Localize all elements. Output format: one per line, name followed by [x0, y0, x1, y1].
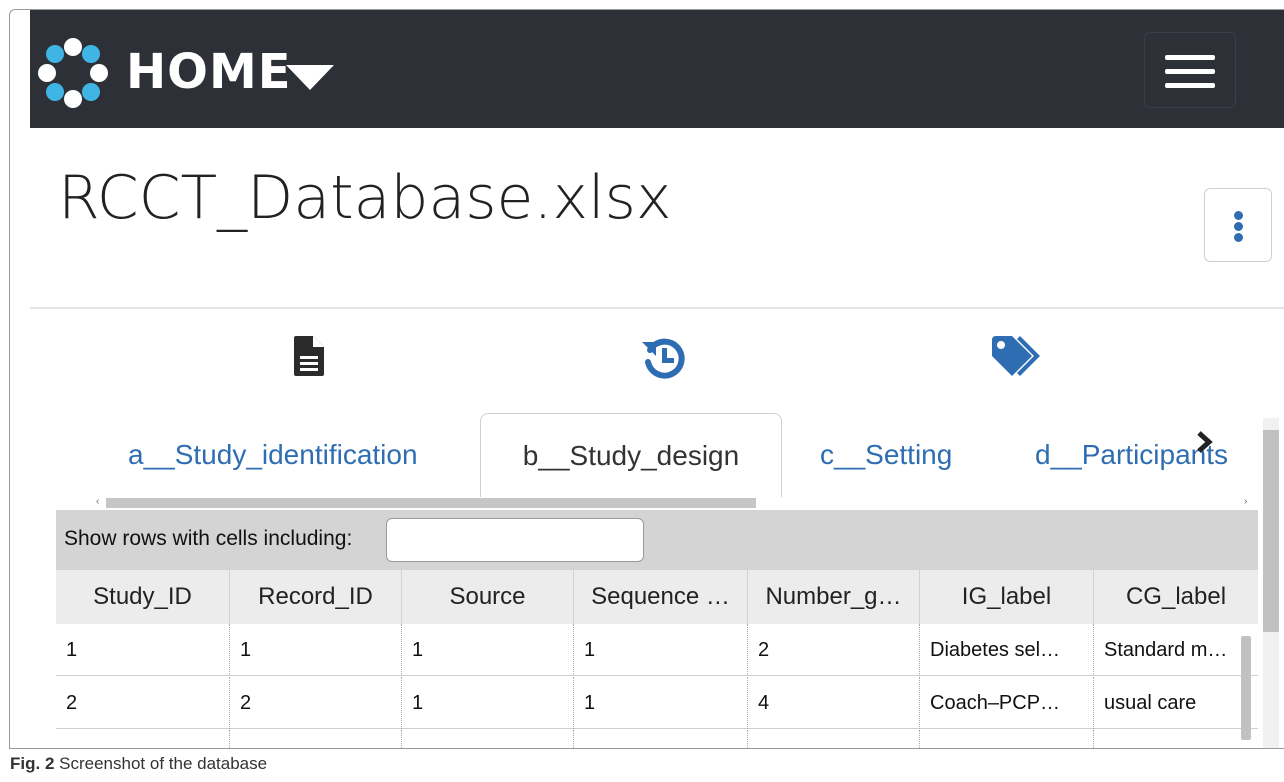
kebab-icon [1234, 222, 1243, 231]
table-row[interactable]: 2 2 1 1 4 Coach–PCP… usual care [56, 677, 1258, 729]
page-title: RCCT_Database.xlsx [58, 163, 672, 233]
bubble-ring-logo[interactable] [36, 36, 110, 110]
home-menu[interactable]: HOME [126, 42, 292, 102]
table-cell[interactable]: 1 [402, 677, 574, 729]
table-row[interactable]: 1 1 1 1 2 Diabetes sel… Standard m… [56, 624, 1258, 676]
tab-study-design[interactable]: b__Study_design [480, 413, 782, 497]
table-cell[interactable]: 2 [230, 677, 402, 729]
table-cell[interactable] [230, 730, 402, 748]
table-cell[interactable]: 1 [56, 624, 230, 676]
scrollbar-thumb[interactable] [1263, 430, 1279, 632]
app-window: HOME RCCT_Database.xlsx a__Study_identif… [9, 9, 1284, 749]
sheet-tabs: a__Study_identification b__Study_design … [30, 413, 1250, 497]
table-cell[interactable]: 1 [574, 624, 748, 676]
column-header[interactable]: Source [402, 570, 574, 624]
filter-label: Show rows with cells including: [64, 527, 353, 550]
column-header[interactable]: Number_g… [748, 570, 920, 624]
table-cell[interactable]: 1 [574, 677, 748, 729]
table-cell[interactable]: 4 [748, 677, 920, 729]
column-header[interactable]: Record_ID [230, 570, 402, 624]
hamburger-icon [1165, 69, 1215, 74]
column-header[interactable]: IG_label [920, 570, 1094, 624]
page-scrollbar[interactable] [1257, 410, 1284, 748]
navbar: HOME [30, 10, 1284, 128]
table-cell[interactable]: 2 [748, 624, 920, 676]
tabs-scrollbar[interactable]: ‹ › [96, 496, 1254, 510]
column-header[interactable]: Sequence … [574, 570, 748, 624]
figure-number: Fig. 2 [10, 754, 55, 773]
table-cell[interactable] [748, 730, 920, 748]
caret-down-icon[interactable] [284, 62, 336, 92]
chevron-right-icon[interactable] [1195, 430, 1215, 454]
tab-participants[interactable]: d__Participants [1035, 413, 1243, 497]
divider [30, 307, 1284, 309]
kebab-icon [1234, 233, 1243, 242]
table-cell[interactable]: Standard m… [1094, 624, 1238, 676]
table-cell[interactable]: Diabetes sel… [920, 624, 1094, 676]
figure-caption: Fig. 2 Screenshot of the database [10, 754, 267, 774]
table-cell[interactable]: 2 [56, 677, 230, 729]
table-header: Study_ID Record_ID Source Sequence … Num… [56, 570, 1258, 624]
menu-toggle-button[interactable] [1144, 32, 1236, 108]
hamburger-icon [1165, 83, 1215, 88]
table-cell[interactable]: Coach–PCP… [920, 677, 1094, 729]
tab-study-identification[interactable]: a__Study_identification [128, 413, 468, 497]
table-scrollbar-thumb[interactable] [1241, 636, 1251, 740]
column-header[interactable]: CG_label [1094, 570, 1258, 624]
table-scrollbar[interactable] [1238, 624, 1254, 748]
table-cell[interactable]: 1 [230, 624, 402, 676]
table-cell[interactable] [56, 730, 230, 748]
history-icon[interactable] [642, 336, 686, 380]
hamburger-icon [1165, 55, 1215, 60]
table-cell[interactable]: usual care [1094, 677, 1238, 729]
filter-bar: Show rows with cells including: [56, 510, 1258, 570]
table-row[interactable] [56, 730, 1258, 748]
file-icon[interactable] [294, 336, 324, 376]
figure-caption-text: Screenshot of the database [59, 754, 268, 773]
kebab-icon [1234, 211, 1243, 220]
tabs-scrollbar-thumb[interactable] [106, 498, 756, 508]
table-cell[interactable] [920, 730, 1094, 748]
tab-setting[interactable]: c__Setting [820, 413, 1000, 497]
scroll-right-icon[interactable]: › [1244, 496, 1247, 507]
table-cell[interactable] [402, 730, 574, 748]
options-button[interactable] [1204, 188, 1272, 262]
column-header[interactable]: Study_ID [56, 570, 230, 624]
table-cell[interactable] [574, 730, 748, 748]
scroll-left-icon[interactable]: ‹ [96, 496, 99, 507]
filter-input[interactable] [386, 518, 644, 562]
table-cell[interactable]: 1 [402, 624, 574, 676]
tags-icon[interactable] [992, 336, 1048, 378]
